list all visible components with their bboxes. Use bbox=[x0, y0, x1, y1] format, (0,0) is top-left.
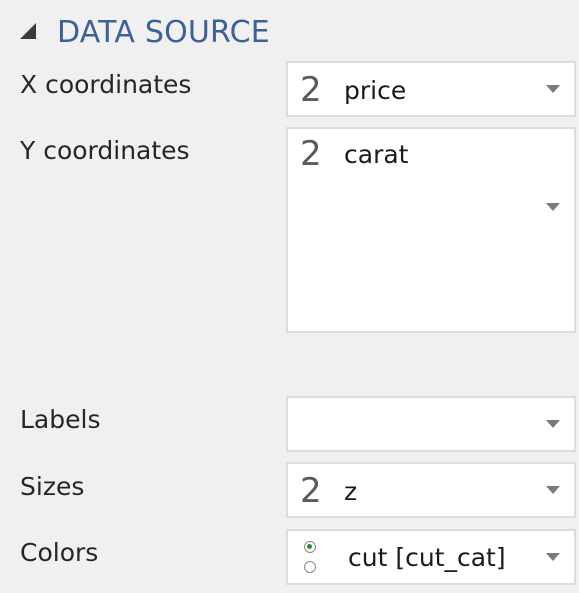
chevron-down-icon[interactable] bbox=[546, 420, 560, 428]
chevron-down-icon[interactable] bbox=[546, 486, 560, 494]
colors-dropdown[interactable]: cut [cut_cat] bbox=[286, 529, 576, 585]
collapse-triangle-icon[interactable] bbox=[18, 21, 40, 43]
x-coordinates-field-name: price bbox=[344, 75, 407, 105]
y-coordinates-dropdown[interactable]: 2 carat bbox=[286, 127, 576, 333]
y-coordinates-value: 2 carat bbox=[300, 137, 408, 171]
numeric-type-icon: 2 bbox=[300, 471, 322, 511]
chevron-down-icon[interactable] bbox=[546, 85, 560, 93]
labels-label: Labels bbox=[20, 405, 101, 434]
sizes-dropdown[interactable]: 2 z bbox=[286, 462, 576, 518]
numeric-type-icon: 2 bbox=[300, 134, 322, 174]
radio-checked-icon bbox=[304, 541, 316, 553]
x-coordinates-label: X coordinates bbox=[20, 70, 192, 99]
chevron-down-icon[interactable] bbox=[546, 553, 560, 561]
data-source-section-header[interactable]: DATA SOURCE bbox=[18, 10, 270, 54]
y-coordinates-label: Y coordinates bbox=[20, 136, 190, 165]
colors-label: Colors bbox=[20, 538, 99, 567]
sizes-value: 2 z bbox=[300, 474, 357, 508]
colors-field-name: cut [cut_cat] bbox=[348, 542, 506, 572]
colors-value: cut [cut_cat] bbox=[302, 541, 506, 573]
radio-category-icon bbox=[302, 541, 318, 573]
section-title: DATA SOURCE bbox=[57, 14, 270, 50]
x-coordinates-dropdown[interactable]: 2 price bbox=[286, 61, 576, 117]
chevron-down-icon[interactable] bbox=[546, 203, 560, 211]
y-coordinates-field-name: carat bbox=[344, 139, 409, 169]
numeric-type-icon: 2 bbox=[300, 70, 322, 110]
labels-dropdown[interactable] bbox=[286, 396, 576, 452]
radio-unchecked-icon bbox=[304, 561, 316, 573]
sizes-label: Sizes bbox=[20, 472, 85, 501]
sizes-field-name: z bbox=[344, 476, 358, 506]
x-coordinates-value: 2 price bbox=[300, 73, 406, 107]
